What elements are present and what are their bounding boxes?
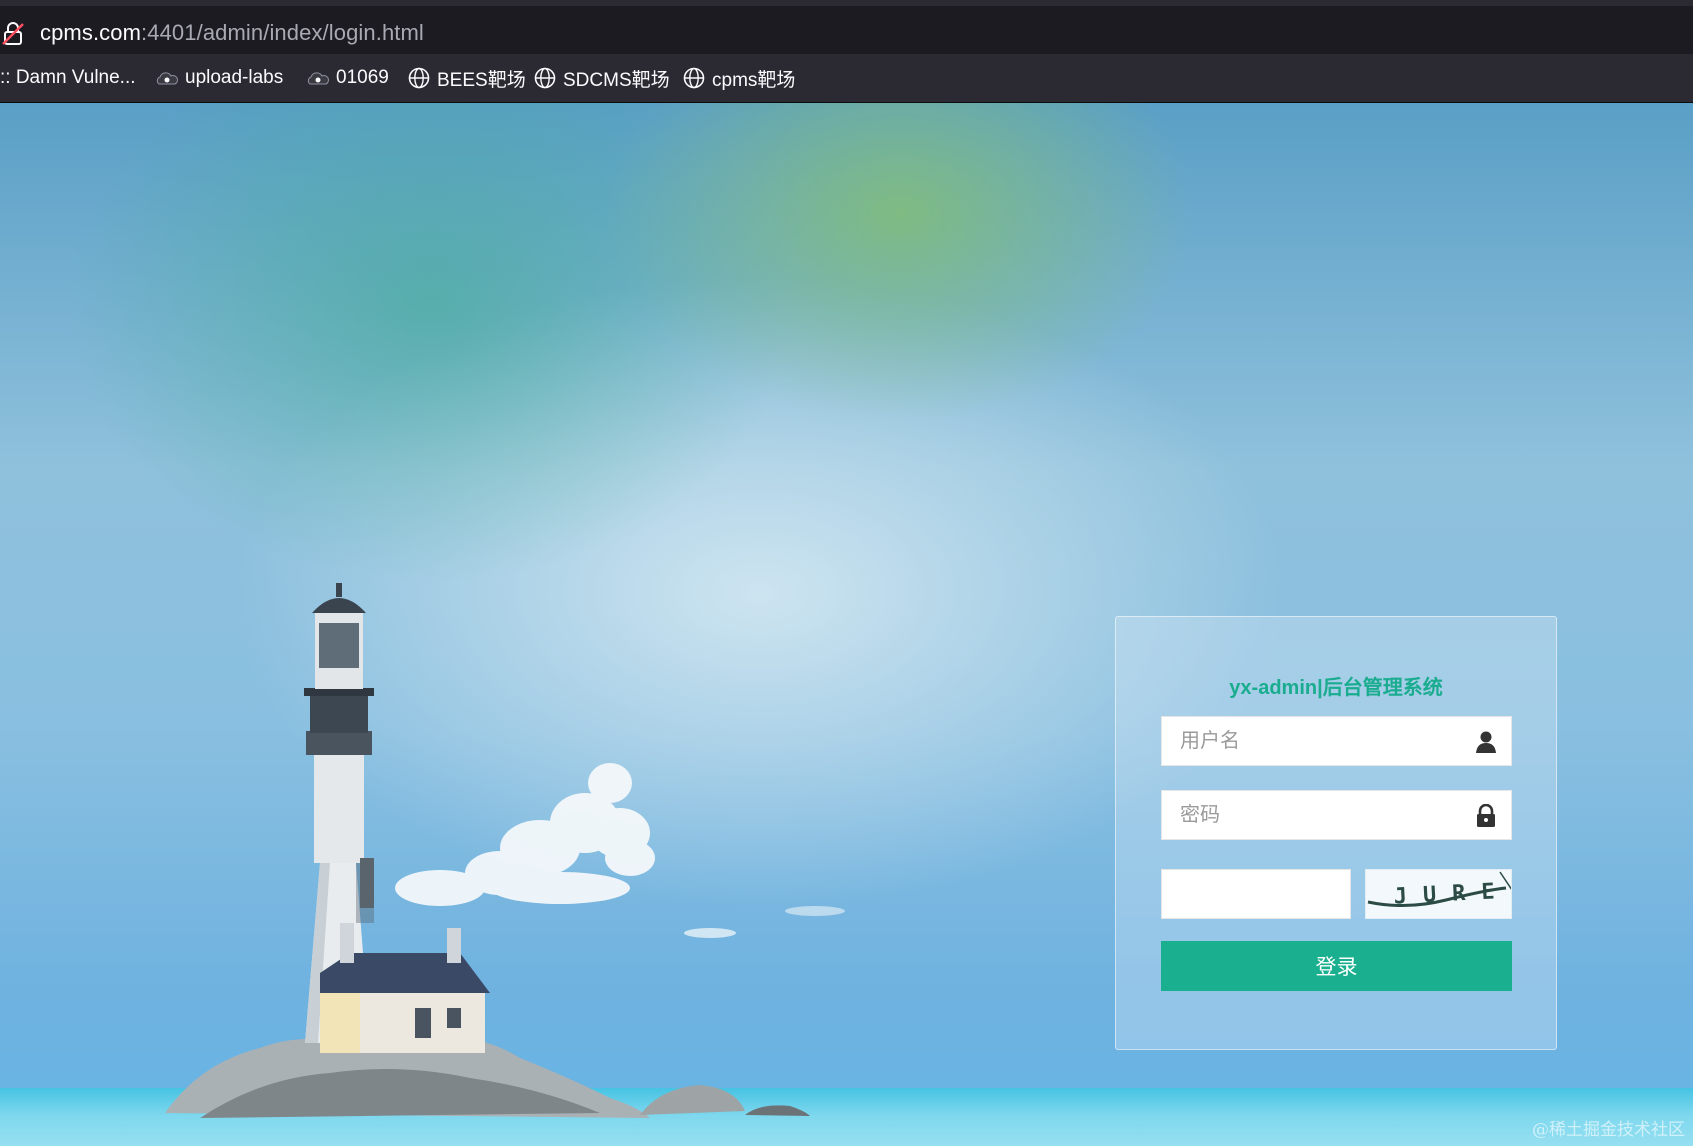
bookmark-label: cpms靶场: [712, 69, 796, 91]
login-button[interactable]: 登录: [1161, 941, 1512, 991]
url-bar[interactable]: cpms.com:4401/admin/index/login.html: [0, 6, 1693, 54]
cloud-icon: [307, 72, 329, 85]
url-host: cpms.com: [40, 20, 142, 45]
captcha-graphic: JURE: [1367, 871, 1511, 910]
bookmark-01069[interactable]: 01069: [307, 66, 389, 90]
globe-icon: [408, 67, 430, 89]
password-input[interactable]: [1162, 791, 1470, 839]
captcha-image[interactable]: JURE: [1365, 869, 1512, 919]
cloud-icon: [156, 72, 178, 85]
username-input[interactable]: [1162, 717, 1470, 765]
bookmark-damn-vulnerable[interactable]: :: Damn Vulne...: [0, 66, 136, 90]
bookmark-label: BEES靶场: [437, 69, 526, 91]
bookmark-sdcms[interactable]: SDCMS靶场: [534, 66, 670, 91]
insecure-lock-icon[interactable]: [2, 22, 24, 46]
bookmark-bees[interactable]: BEES靶场: [408, 66, 526, 91]
bookmark-label: SDCMS靶场: [563, 69, 670, 91]
login-title: yx-admin|后台管理系统: [1229, 677, 1443, 699]
globe-icon: [534, 67, 556, 89]
url-text[interactable]: cpms.com:4401/admin/index/login.html: [40, 20, 424, 46]
captcha-char: JURE: [1393, 879, 1511, 910]
bookmark-upload-labs[interactable]: upload-labs: [156, 66, 283, 90]
bookmark-label: :: Damn Vulne...: [0, 67, 136, 88]
bookmark-label: upload-labs: [185, 67, 284, 88]
page-viewport: yx-admin|后台管理系统 JURE: [0, 103, 1693, 1146]
captcha-field[interactable]: [1161, 869, 1351, 920]
password-field[interactable]: [1161, 790, 1512, 840]
globe-icon: [683, 67, 705, 89]
watermark-text: @稀土掘金技术社区: [1532, 1120, 1685, 1140]
login-form: yx-admin|后台管理系统 JURE: [1115, 616, 1557, 1050]
user-icon: [1476, 731, 1496, 753]
bookmark-cpms[interactable]: cpms靶场: [683, 66, 796, 91]
captcha-input[interactable]: [1162, 870, 1346, 920]
lock-icon: [1477, 804, 1495, 827]
bookmarks-toolbar: :: Damn Vulne... upload-labs 01069 BEES靶…: [0, 54, 1693, 103]
bookmark-label: 01069: [336, 67, 389, 88]
url-path: :4401/admin/index/login.html: [141, 20, 424, 45]
username-field[interactable]: [1161, 716, 1512, 766]
